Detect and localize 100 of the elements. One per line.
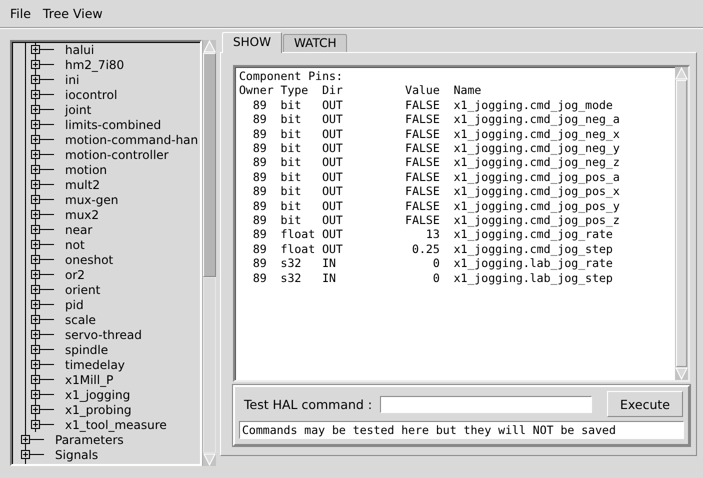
expand-icon[interactable]	[31, 255, 40, 264]
table-cell: FALSE	[405, 141, 440, 156]
table-cell: bit	[280, 198, 302, 213]
tree-item[interactable]: servo-thread	[65, 328, 142, 342]
table-cell: 89	[252, 126, 267, 141]
execute-button[interactable]: Execute	[607, 391, 683, 417]
tree-item[interactable]: motion-controller	[65, 148, 169, 162]
tree-item[interactable]: scale	[65, 312, 96, 326]
expand-icon[interactable]	[21, 435, 30, 444]
tree-item[interactable]: spindle	[65, 342, 108, 356]
tree-item[interactable]: mux2	[65, 208, 100, 222]
expand-icon[interactable]	[31, 195, 40, 204]
tree-item[interactable]: ini	[65, 72, 80, 86]
tree-item[interactable]: not	[65, 238, 85, 252]
expand-icon[interactable]	[31, 120, 40, 129]
table-cell: 89	[252, 184, 267, 198]
section-heading: Component Pins:	[239, 69, 343, 84]
expand-icon[interactable]	[31, 375, 40, 384]
message-field: Commands may be tested here but they will NOT be saved	[239, 421, 684, 439]
tree-item[interactable]: timedelay	[65, 358, 125, 372]
tree-item[interactable]: near	[65, 222, 92, 236]
tab[interactable]: SHOW	[222, 32, 282, 53]
expand-icon[interactable]	[31, 210, 40, 219]
expand-icon[interactable]	[31, 360, 40, 369]
table-cell: FALSE	[405, 184, 440, 198]
tree-item[interactable]: limits-combined	[65, 118, 162, 132]
tree-item[interactable]: motion	[65, 162, 108, 176]
expand-icon[interactable]	[31, 330, 40, 339]
column-header: Name	[454, 83, 482, 98]
table-cell: 89	[252, 227, 267, 242]
tree-item[interactable]: x1_probing	[65, 402, 132, 416]
expand-icon[interactable]	[31, 345, 40, 354]
column-header: Type	[280, 83, 308, 98]
expand-icon[interactable]	[31, 300, 40, 309]
table-cell: bit	[280, 141, 302, 156]
table-cell: x1_jogging.lab_jog_rate	[454, 256, 613, 270]
table-cell: OUT	[322, 227, 343, 242]
expand-icon[interactable]	[31, 270, 40, 279]
tree-item[interactable]: x1_jogging	[65, 388, 130, 402]
table-cell: x1_jogging.cmd_jog_neg_x	[454, 126, 620, 141]
table-cell: bit	[280, 213, 302, 228]
tree-item[interactable]: joint	[65, 102, 92, 116]
expand-icon[interactable]	[31, 285, 40, 294]
tree-item[interactable]: Parameters	[55, 432, 124, 446]
table-cell: bit	[280, 155, 302, 170]
menu-item[interactable]: File	[4, 6, 37, 21]
table-cell: x1_jogging.lab_jog_step	[454, 270, 613, 285]
expand-icon[interactable]	[31, 315, 40, 324]
tree-item[interactable]: Signals	[55, 448, 98, 462]
expand-icon[interactable]	[31, 135, 40, 144]
scrollbar-thumb[interactable]	[203, 53, 216, 277]
tree-item[interactable]: orient	[65, 282, 100, 296]
table-cell: FALSE	[405, 170, 440, 184]
expand-icon[interactable]	[31, 405, 40, 414]
expand-icon[interactable]	[31, 225, 40, 234]
menu-item[interactable]: Tree View	[36, 6, 109, 21]
tree-item[interactable]: oneshot	[65, 252, 114, 266]
expand-icon[interactable]	[31, 150, 40, 159]
expand-icon[interactable]	[31, 240, 40, 249]
field-label: Test HAL command :	[243, 396, 372, 412]
tree-item[interactable]: or2	[65, 268, 85, 282]
tree-item[interactable]: motion-command-han	[65, 132, 198, 146]
tree-item[interactable]: x1_tool_measure	[65, 418, 167, 432]
table-cell: OUT	[322, 170, 343, 184]
table-cell: FALSE	[405, 112, 440, 126]
command-field[interactable]	[380, 396, 592, 412]
table-cell: OUT	[322, 112, 343, 126]
expand-icon[interactable]	[31, 420, 40, 429]
table-cell: x1_jogging.cmd_jog_pos_x	[454, 184, 620, 198]
tree-item[interactable]: mult2	[65, 178, 100, 192]
tree-item[interactable]: halui	[65, 42, 94, 56]
scrollbar[interactable]	[202, 40, 216, 466]
tree-item[interactable]: mux-gen	[65, 192, 118, 206]
tree-item[interactable]: iocontrol	[65, 88, 118, 102]
table-cell: OUT	[322, 98, 343, 112]
expand-icon[interactable]	[31, 180, 40, 189]
table-cell: 89	[252, 141, 267, 156]
expand-icon[interactable]	[31, 105, 40, 114]
table-cell: x1_jogging.cmd_jog_step	[454, 242, 613, 256]
table-cell: 13	[426, 227, 440, 242]
expand-icon[interactable]	[21, 450, 30, 459]
table-cell: x1_jogging.cmd_jog_pos_y	[454, 198, 620, 213]
expand-icon[interactable]	[31, 45, 40, 54]
tab[interactable]: WATCH	[282, 34, 348, 52]
expand-icon[interactable]	[31, 390, 40, 399]
table-cell: x1_jogging.cmd_jog_rate	[454, 227, 613, 242]
expand-icon[interactable]	[31, 75, 40, 84]
tree-item[interactable]: hm2_7i80	[65, 58, 124, 72]
table-cell: x1_jogging.cmd_jog_neg_a	[454, 112, 620, 126]
table-cell: FALSE	[405, 155, 440, 170]
table-cell: OUT	[322, 213, 343, 228]
table-cell: 89	[252, 198, 267, 213]
scrollbar[interactable]	[675, 67, 688, 380]
table-cell: FALSE	[405, 126, 440, 141]
expand-icon[interactable]	[31, 60, 40, 69]
expand-icon[interactable]	[31, 165, 40, 174]
tree-item[interactable]: pid	[65, 298, 84, 312]
table-cell: bit	[280, 98, 302, 112]
expand-icon[interactable]	[31, 90, 40, 99]
tree-item[interactable]: x1Mill_P	[65, 372, 114, 386]
